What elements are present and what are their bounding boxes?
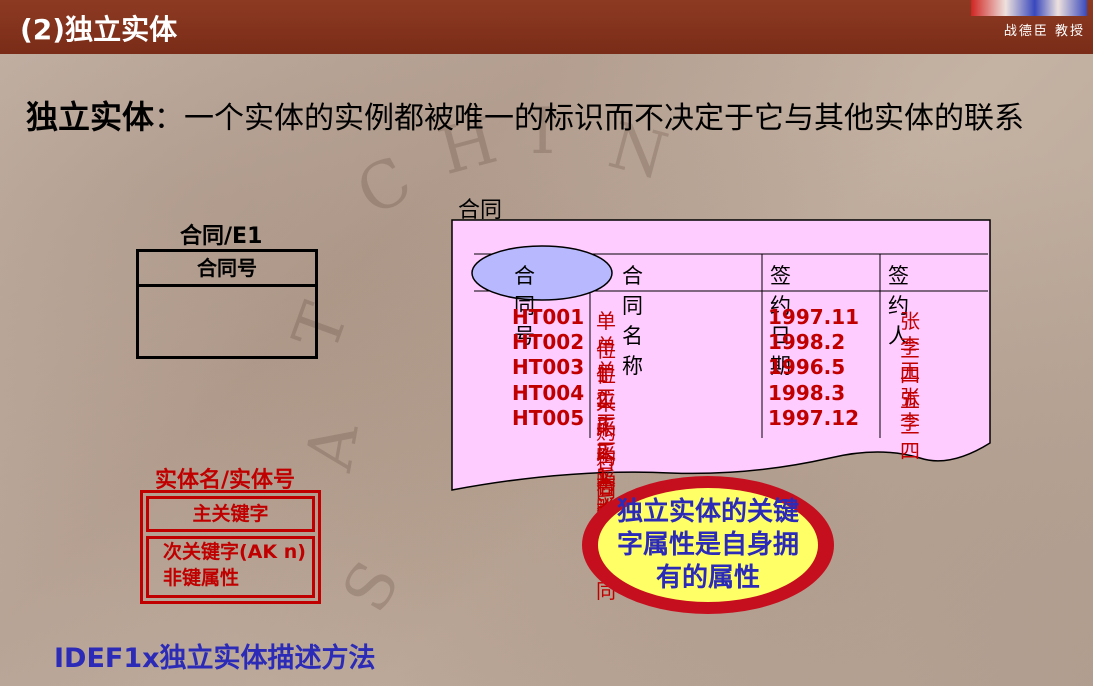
entity-name: 合同/E1 bbox=[180, 224, 263, 249]
watermark-letter: S bbox=[328, 549, 415, 625]
heading-term: 独立实体 bbox=[26, 98, 155, 136]
cell-sign-date: 1996.5 bbox=[768, 355, 846, 379]
callout-text: 独立实体的关键字属性是自身拥有的属性 bbox=[616, 496, 799, 593]
title-bar: (2)独立实体 战德臣 教授 bbox=[0, 0, 1093, 54]
cell-contract-no: HT003 bbox=[512, 355, 585, 379]
cell-sign-date: 1998.3 bbox=[768, 381, 846, 405]
entity-key: 合同号 bbox=[139, 252, 315, 287]
watermark-letter: A bbox=[292, 417, 374, 477]
cell-contract-no: HT002 bbox=[512, 330, 585, 354]
header-contract-name: 合同名称 bbox=[622, 264, 643, 378]
cell-sign-date: 1997.12 bbox=[768, 406, 860, 430]
legend-non-key: 非键属性 bbox=[163, 567, 240, 589]
callout-bubble: 独立实体的关键字属性是自身拥有的属性 bbox=[582, 476, 834, 614]
watermark-letter: C bbox=[344, 142, 425, 232]
slide-title: (2)独立实体 bbox=[20, 13, 178, 46]
caption: IDEF1x独立实体描述方法 bbox=[54, 643, 376, 674]
cell-contract-no: HT004 bbox=[512, 381, 585, 405]
cell-contract-no: HT005 bbox=[512, 406, 585, 430]
legend-attributes: 次关键字(AK n) 非键属性 bbox=[146, 536, 315, 598]
heading-definition: ：一个实体的实例都被唯一的标识而不决定于它与其他实体的联系 bbox=[154, 101, 1025, 136]
legend-alt-key: 次关键字(AK n) bbox=[163, 541, 306, 563]
cell-contract-no: HT001 bbox=[512, 305, 585, 329]
callout-bubble-inner: 独立实体的关键字属性是自身拥有的属性 bbox=[598, 488, 818, 602]
legend-primary-key: 主关键字 bbox=[146, 496, 315, 532]
legend-box: 主关键字 次关键字(AK n) 非键属性 bbox=[140, 490, 321, 604]
cell-sign-date: 1997.11 bbox=[768, 305, 860, 329]
definition-heading: 独立实体：一个实体的实例都被唯一的标识而不决定于它与其他实体的联系 bbox=[26, 92, 1024, 138]
logo bbox=[971, 0, 1087, 16]
entity-box: 合同号 bbox=[136, 249, 318, 359]
author-label: 战德臣 教授 bbox=[1003, 24, 1085, 39]
cell-signer: 李四 bbox=[900, 410, 920, 463]
cell-sign-date: 1998.2 bbox=[768, 330, 846, 354]
